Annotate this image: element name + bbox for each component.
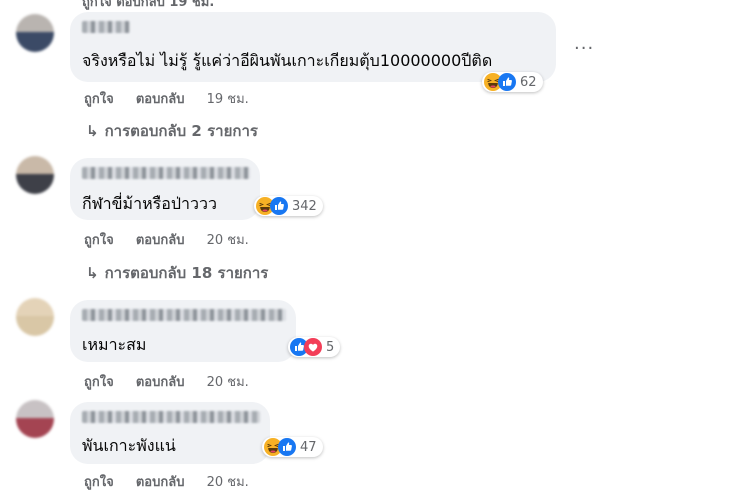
comment-bubble: จริงหรือไม่ ไม่รู้ รู้แค่ว่าอีผินพันเกาะ… — [70, 12, 556, 82]
commenter-name[interactable] — [82, 167, 250, 179]
comment-bubble: เหมาะสม — [70, 300, 296, 362]
comment-timestamp[interactable]: 20 ชม. — [207, 371, 249, 392]
like-reaction-icon — [498, 73, 516, 91]
comment-actions: ถูกใจ ตอบกลับ 20 ชม. — [84, 229, 249, 250]
reaction-summary[interactable]: 342 — [254, 196, 323, 216]
view-replies-link[interactable]: ↳ การตอบกลับ 18 รายการ — [86, 261, 268, 285]
view-replies-link[interactable]: ↳ การตอบกลับ 2 รายการ — [86, 119, 258, 143]
reply-arrow-icon: ↳ — [86, 122, 99, 140]
commenter-name[interactable] — [82, 21, 130, 33]
comment-text: พันเกาะพังแน่ — [82, 436, 176, 455]
commenter-name[interactable] — [82, 411, 260, 423]
reaction-count: 47 — [300, 439, 317, 455]
avatar[interactable] — [16, 14, 54, 52]
comment-bubble: พันเกาะพังแน่ — [70, 402, 270, 464]
reaction-summary[interactable]: 47 — [262, 437, 323, 457]
like-reaction-icon — [278, 438, 296, 456]
commenter-name[interactable] — [82, 309, 286, 321]
more-options-icon[interactable]: ··· — [574, 38, 594, 59]
reply-button[interactable]: ตอบกลับ — [136, 88, 185, 109]
like-button[interactable]: ถูกใจ — [84, 88, 114, 109]
reaction-summary[interactable]: 62 — [482, 72, 543, 92]
reaction-count: 5 — [326, 339, 335, 355]
comment-actions: ถูกใจ ตอบกลับ 19 ชม. — [84, 88, 249, 109]
avatar[interactable] — [16, 400, 54, 438]
comment-timestamp[interactable]: 20 ชม. — [207, 229, 249, 250]
reply-button[interactable]: ตอบกลับ — [136, 471, 185, 492]
reaction-count: 62 — [520, 74, 537, 90]
like-button[interactable]: ถูกใจ — [84, 471, 114, 492]
avatar[interactable] — [16, 298, 54, 336]
comment-text: จริงหรือไม่ ไม่รู้ รู้แค่ว่าอีผินพันเกาะ… — [82, 51, 493, 70]
comment-timestamp[interactable]: 20 ชม. — [207, 471, 249, 492]
comment-actions: ถูกใจ ตอบกลับ 20 ชม. — [84, 471, 249, 492]
comment-text: กีฬาขี่ม้าหรือป่าววว — [82, 194, 217, 213]
avatar[interactable] — [16, 156, 54, 194]
replies-count-label: การตอบกลับ 18 รายการ — [104, 264, 269, 282]
reply-button[interactable]: ตอบกลับ — [136, 371, 185, 392]
love-reaction-icon — [304, 338, 322, 356]
replies-count-label: การตอบกลับ 2 รายการ — [104, 122, 258, 140]
comment-actions: ถูกใจ ตอบกลับ 20 ชม. — [84, 371, 249, 392]
comment-text: เหมาะสม — [82, 335, 147, 354]
like-reaction-icon — [270, 197, 288, 215]
reply-arrow-icon: ↳ — [86, 264, 99, 282]
comment-bubble: กีฬาขี่ม้าหรือป่าววว — [70, 158, 260, 220]
comment-timestamp[interactable]: 19 ชม. — [207, 88, 249, 109]
reaction-summary[interactable]: 5 — [288, 337, 341, 357]
like-button[interactable]: ถูกใจ — [84, 229, 114, 250]
reaction-count: 342 — [292, 198, 317, 214]
like-button[interactable]: ถูกใจ — [84, 371, 114, 392]
previous-comment-actions: ถูกใจ ตอบกลับ 19 ชม. — [82, 0, 215, 10]
reply-button[interactable]: ตอบกลับ — [136, 229, 185, 250]
